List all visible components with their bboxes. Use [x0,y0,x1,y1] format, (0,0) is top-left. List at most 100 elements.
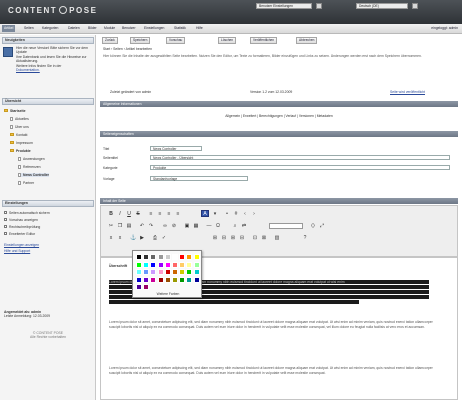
menu-item-einstellungen[interactable]: Einstellungen [144,26,164,30]
color-swatch[interactable] [172,269,178,275]
color-swatch[interactable] [157,276,164,283]
save-button[interactable]: Speichern [130,37,151,44]
publish-button[interactable]: Veröffentlichen [250,37,278,44]
italic-icon[interactable]: I [116,210,124,217]
color-swatch[interactable] [193,269,200,275]
color-swatch[interactable] [150,276,157,283]
superscript-icon[interactable]: x [116,234,124,241]
copy-icon[interactable]: ❐ [116,222,124,229]
color-swatch[interactable] [179,276,186,283]
menu-item-benutzer[interactable]: Benutzer [122,26,136,30]
paste-icon[interactable]: ▤ [125,222,133,229]
justify-icon[interactable]: ≡ [174,210,182,217]
menu-item-bilder[interactable]: Bilder [88,26,97,30]
find-icon[interactable]: ⌕ [231,222,239,229]
number-list-icon[interactable]: # [232,210,240,217]
tree-item-impressum[interactable]: Impressum [10,141,33,145]
cut-icon[interactable]: ✂ [107,222,115,229]
color-swatch[interactable] [179,269,186,275]
color-swatch[interactable] [143,276,150,283]
tree-item-aktuelles[interactable]: Aktuelles [10,117,29,121]
page-title-input[interactable]: News Controller - Übersicht [150,155,450,160]
redo-icon[interactable]: ↷ [147,222,155,229]
align-right-icon[interactable]: ≡ [165,210,173,217]
unlink-icon[interactable]: ⊘ [170,222,178,229]
indent-icon[interactable]: › [250,210,258,217]
tree-item-referenzen[interactable]: Referenzen [18,165,41,169]
image-icon[interactable]: ▣ [183,222,191,229]
split-icon[interactable]: ⊠ [260,234,268,241]
color-swatch[interactable] [164,261,171,268]
bullet-list-icon[interactable]: • [223,210,231,217]
bg-color-icon[interactable]: ▾ [211,210,219,217]
cell-props-icon[interactable]: ▥ [273,234,281,241]
language-select[interactable]: Deutsch (DE) [356,3,408,9]
option-autosave[interactable]: Seiten automatisch sichern [4,211,50,215]
title-input[interactable]: News Controller [150,146,202,151]
cancel-button[interactable]: Abbrechen [296,37,318,44]
menu-item-statistik[interactable]: Statistik [174,26,186,30]
menu-item-module[interactable]: Module [104,26,115,30]
color-swatch[interactable] [143,254,150,260]
color-swatch[interactable] [157,269,164,275]
menu-item-kategorien[interactable]: Kategorien [42,26,58,30]
strike-icon[interactable]: S [134,210,142,217]
color-swatch[interactable] [136,269,142,275]
category-select[interactable]: Produkte [150,165,450,170]
underline-icon[interactable]: U [125,210,133,217]
text-color-icon[interactable]: A [201,210,209,217]
color-swatch[interactable] [172,254,178,260]
color-swatch[interactable] [150,254,157,260]
menu-item-hilfe[interactable]: Hilfe [196,26,203,30]
outdent-icon[interactable]: ‹ [241,210,249,217]
color-swatch[interactable] [143,269,150,275]
tree-item-startseite[interactable]: Startseite [4,109,25,113]
color-swatch[interactable] [186,276,193,283]
table-icon[interactable]: ▦ [192,222,200,229]
row-insert-icon[interactable]: ⊞ [211,234,219,241]
print-icon[interactable]: ⎙ [151,234,159,241]
checkbox[interactable] [4,211,7,214]
color-swatch[interactable] [179,254,186,260]
color-swatch[interactable] [157,254,164,260]
user-settings-select[interactable]: Benutzer Einstellungen [256,3,312,9]
media-icon[interactable]: ▶ [138,234,146,241]
color-swatch[interactable] [143,284,150,290]
tree-item-anwendungen[interactable]: Anwendungen [18,157,45,161]
tree-item-produkte[interactable]: Produkte [10,149,31,153]
tree-item-news-controller[interactable]: News Controller [18,173,49,177]
color-swatch[interactable] [193,254,200,260]
spellcheck-icon[interactable]: ✓ [160,234,168,241]
color-swatch[interactable] [136,254,142,260]
menu-item-dateien[interactable]: Dateien [68,26,80,30]
color-swatch[interactable] [164,269,171,275]
language-go-button[interactable] [412,3,418,9]
settings-go-button[interactable] [316,3,322,9]
anchor-icon[interactable]: ⚓ [129,234,137,241]
tree-item-kontakt[interactable]: Kontakt [10,133,28,137]
color-swatch[interactable] [186,254,193,260]
color-swatch[interactable] [179,261,186,268]
col-insert-icon[interactable]: ⊞ [229,234,237,241]
align-left-icon[interactable]: ≡ [147,210,155,217]
color-swatch[interactable] [193,276,200,283]
color-swatch[interactable] [172,261,178,268]
help-icon[interactable]: ? [301,234,309,241]
row-delete-icon[interactable]: ⊟ [220,234,228,241]
align-center-icon[interactable]: ≡ [156,210,164,217]
color-swatch[interactable] [157,261,164,268]
color-swatch[interactable] [186,269,193,275]
color-swatch[interactable] [136,284,142,290]
preview-button[interactable]: Vorschau [166,37,186,44]
more-colors-link[interactable]: Weitere Farben [133,292,203,296]
back-button[interactable]: Zurück [102,37,118,44]
option-preview[interactable]: Vorschau anzeigen [4,218,38,222]
color-swatch[interactable] [136,261,142,268]
info-right-link[interactable]: Seite wird veröffentlicht [390,90,425,94]
char-icon[interactable]: Ω [214,222,222,229]
fullscreen-icon[interactable]: ⤢ [318,222,326,229]
link-icon[interactable]: ∞ [161,222,169,229]
col-delete-icon[interactable]: ⊟ [238,234,246,241]
merge-icon[interactable]: ⊡ [251,234,259,241]
color-swatch[interactable] [143,261,150,268]
